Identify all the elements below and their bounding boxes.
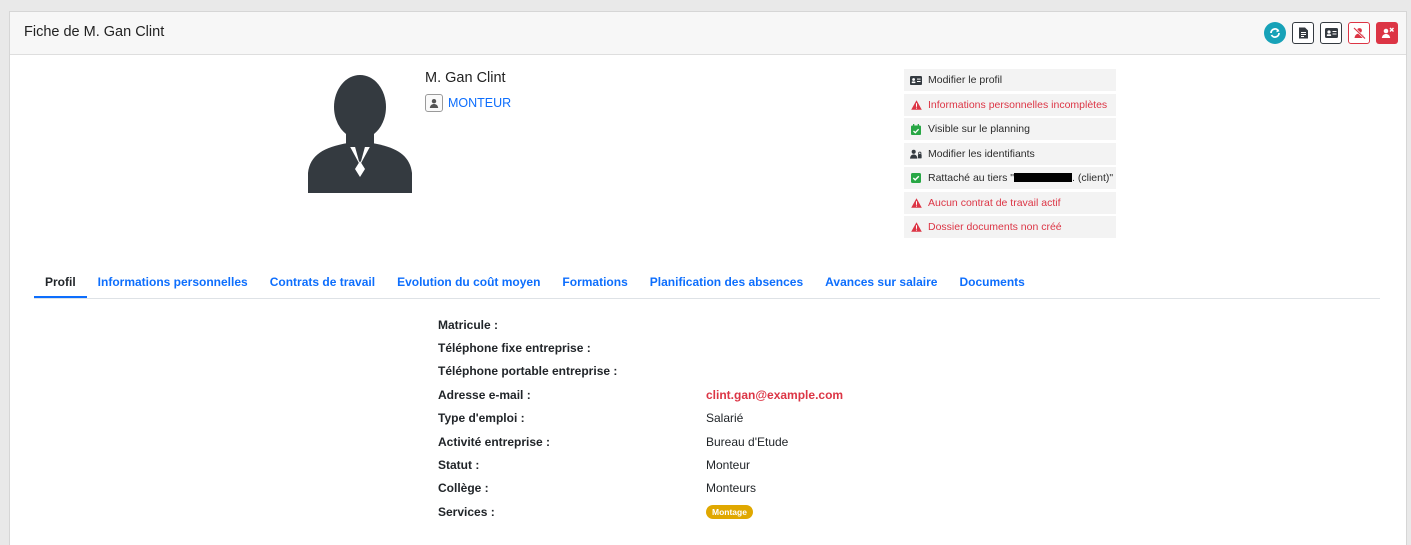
silhouette-icon	[308, 75, 412, 193]
detail-row-services: Services : Montage	[438, 500, 843, 523]
tab-formations[interactable]: Formations	[551, 274, 638, 298]
page-title: Fiche de M. Gan Clint	[24, 24, 165, 40]
profile-tabs: Profil Informations personnelles Contrat…	[34, 274, 1380, 299]
employee-card: Fiche de M. Gan Clint M. Gan Clint MONTE…	[9, 11, 1407, 545]
disable-user-button[interactable]	[1348, 22, 1370, 44]
linked-client-action[interactable]: Rattaché au tiers ". (client)"	[904, 167, 1116, 189]
delete-user-button[interactable]	[1376, 22, 1398, 44]
incomplete-info-action[interactable]: Informations personnelles incomplètes	[904, 93, 1116, 116]
tab-profil[interactable]: Profil	[34, 274, 87, 298]
tab-contrats-de-travail[interactable]: Contrats de travail	[259, 274, 386, 298]
detail-row-phone-fixed: Téléphone fixe entreprise :	[438, 341, 591, 356]
tab-informations-personnelles[interactable]: Informations personnelles	[87, 274, 259, 298]
edit-profile-action[interactable]: Modifier le profil	[904, 69, 1116, 91]
tab-planification-absences[interactable]: Planification des absences	[639, 274, 814, 298]
email-link[interactable]: clint.gan@example.com	[706, 388, 843, 402]
id-card-icon	[910, 74, 922, 86]
tab-documents[interactable]: Documents	[948, 274, 1035, 298]
no-contract-action[interactable]: Aucun contrat de travail actif	[904, 191, 1116, 214]
detail-row-phone-mobile: Téléphone portable entreprise :	[438, 364, 618, 379]
card-header: Fiche de M. Gan Clint	[10, 12, 1406, 55]
users-key-icon	[910, 148, 922, 160]
refresh-button[interactable]	[1264, 22, 1286, 44]
detail-row-college: Collège : Monteurs	[438, 481, 757, 496]
employee-name: M. Gan Clint	[425, 70, 506, 86]
detail-row-status: Statut : Monteur	[438, 458, 751, 473]
refresh-icon	[1270, 28, 1280, 38]
calendar-check-icon	[910, 123, 922, 135]
user-slash-icon	[1352, 27, 1366, 39]
edit-credentials-action[interactable]: Modifier les identifiants	[904, 142, 1116, 165]
profile-actions: Modifier le profil Informations personne…	[904, 69, 1116, 241]
detail-row-matricule: Matricule :	[438, 317, 499, 332]
role-link[interactable]: MONTEUR	[448, 96, 511, 110]
avatar	[298, 69, 422, 193]
detail-row-activity: Activité entreprise : Bureau d'Etude	[438, 434, 789, 449]
id-card-icon	[1324, 28, 1338, 38]
checkbox-icon	[910, 172, 922, 184]
delete-user-icon	[1381, 27, 1394, 38]
detail-row-email: Adresse e-mail : clint.gan@example.com	[438, 387, 844, 402]
document-button[interactable]	[1292, 22, 1314, 44]
detail-row-employment-type: Type d'emploi : Salarié	[438, 411, 744, 426]
redacted-client-name	[1014, 173, 1073, 182]
warning-icon	[910, 197, 922, 209]
header-actions	[1264, 22, 1398, 44]
warning-icon	[910, 221, 922, 233]
employee-role: MONTEUR	[425, 94, 511, 112]
warning-icon	[910, 99, 922, 111]
tab-evolution-cout-moyen[interactable]: Evolution du coût moyen	[386, 274, 551, 298]
id-card-button[interactable]	[1320, 22, 1342, 44]
service-badge: Montage	[706, 505, 753, 520]
document-icon	[1298, 27, 1308, 39]
user-badge-icon	[425, 94, 443, 112]
profile-details: Matricule : Téléphone fixe entreprise : …	[438, 313, 843, 524]
tab-avances-sur-salaire[interactable]: Avances sur salaire	[814, 274, 948, 298]
documents-folder-action[interactable]: Dossier documents non créé	[904, 216, 1116, 238]
planning-visibility-action[interactable]: Visible sur le planning	[904, 118, 1116, 140]
